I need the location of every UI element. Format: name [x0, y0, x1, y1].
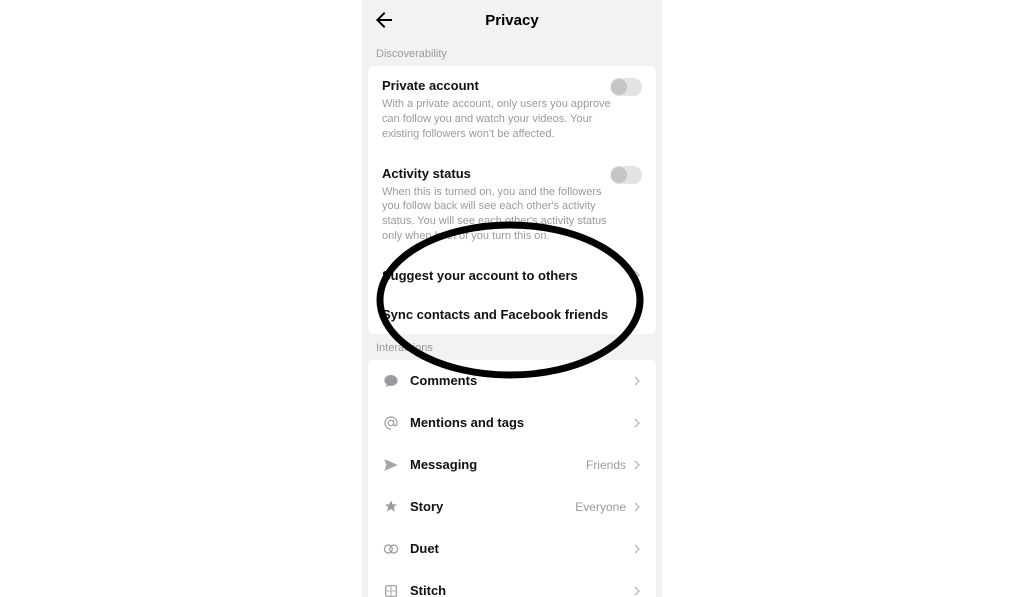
privacy-screen: Privacy Discoverability Private account …: [362, 0, 662, 597]
chevron-right-icon: [632, 376, 642, 386]
activity-status-title: Activity status: [382, 166, 642, 181]
chevron-right-icon: [632, 270, 642, 280]
interaction-value: Friends: [586, 458, 626, 472]
back-arrow-icon: [372, 8, 396, 32]
interaction-label: Stitch: [410, 583, 632, 597]
chevron-right-icon: [632, 502, 642, 512]
interaction-row-stitch[interactable]: Stitch: [368, 570, 656, 597]
interaction-label: Messaging: [410, 457, 586, 472]
duet-icon: [382, 540, 400, 558]
mention-icon: [382, 414, 400, 432]
section-discoverability: Discoverability: [362, 40, 662, 66]
chevron-right-icon: [632, 586, 642, 596]
section-interactions: Interactions: [362, 334, 662, 360]
chevron-right-icon: [632, 544, 642, 554]
sync-contacts-row[interactable]: Sync contacts and Facebook friends: [368, 295, 656, 334]
interaction-row-comments[interactable]: Comments: [368, 360, 656, 402]
interaction-row-messaging[interactable]: MessagingFriends: [368, 444, 656, 486]
chevron-right-icon: [632, 460, 642, 470]
back-button[interactable]: [372, 8, 396, 32]
story-icon: [382, 498, 400, 516]
discoverability-card: Private account With a private account, …: [368, 66, 656, 334]
interaction-row-duet[interactable]: Duet: [368, 528, 656, 570]
interaction-label: Story: [410, 499, 575, 514]
comment-icon: [382, 372, 400, 390]
interaction-row-story[interactable]: StoryEveryone: [368, 486, 656, 528]
interaction-label: Duet: [410, 541, 632, 556]
chevron-right-icon: [632, 418, 642, 428]
private-account-desc: With a private account, only users you a…: [382, 97, 642, 142]
activity-status-row: Activity status When this is turned on, …: [368, 154, 656, 256]
activity-status-desc: When this is turned on, you and the foll…: [382, 185, 642, 244]
private-account-toggle[interactable]: [610, 78, 642, 96]
messaging-icon: [382, 456, 400, 474]
interaction-row-mentions-and-tags[interactable]: Mentions and tags: [368, 402, 656, 444]
activity-status-toggle[interactable]: [610, 166, 642, 184]
sync-contacts-label: Sync contacts and Facebook friends: [382, 307, 632, 322]
private-account-row: Private account With a private account, …: [368, 66, 656, 154]
private-account-title: Private account: [382, 78, 642, 93]
suggest-account-label: Suggest your account to others: [382, 268, 632, 283]
interaction-value: Everyone: [575, 500, 626, 514]
page-title: Privacy: [485, 12, 538, 29]
interaction-label: Comments: [410, 373, 632, 388]
suggest-account-row[interactable]: Suggest your account to others: [368, 256, 656, 295]
header-bar: Privacy: [362, 0, 662, 40]
interactions-card: Comments Mentions and tags MessagingFriend…: [368, 360, 656, 597]
stitch-icon: [382, 582, 400, 597]
interaction-label: Mentions and tags: [410, 415, 632, 430]
chevron-right-icon: [632, 309, 642, 319]
